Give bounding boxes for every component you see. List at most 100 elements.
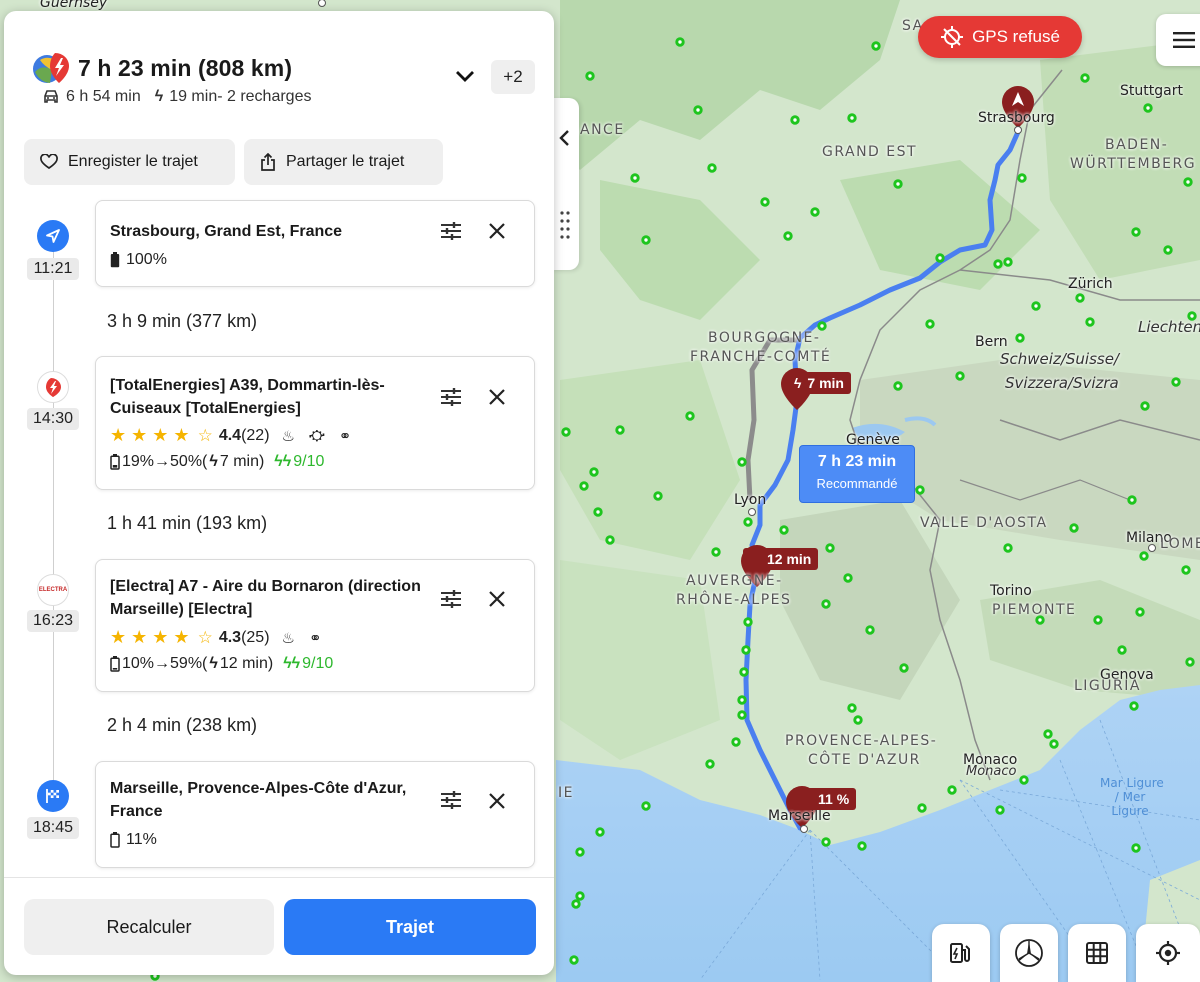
charger-dot[interactable] bbox=[1127, 495, 1137, 505]
charger-dot[interactable] bbox=[893, 179, 903, 189]
charger-dot[interactable] bbox=[615, 425, 625, 435]
charger-dot[interactable] bbox=[737, 457, 747, 467]
charger-dot[interactable] bbox=[585, 71, 595, 81]
charger-dot[interactable] bbox=[760, 197, 770, 207]
charger-dot[interactable] bbox=[707, 163, 717, 173]
charger-dot[interactable] bbox=[1069, 523, 1079, 533]
charger-dot[interactable] bbox=[817, 321, 827, 331]
charger-dot[interactable] bbox=[1003, 543, 1013, 553]
close-icon[interactable] bbox=[488, 222, 506, 240]
chevron-left-icon[interactable] bbox=[557, 128, 573, 148]
charger-dot[interactable] bbox=[705, 759, 715, 769]
charger-dot[interactable] bbox=[871, 41, 881, 51]
charger-dot[interactable] bbox=[1135, 607, 1145, 617]
charger-dot[interactable] bbox=[630, 173, 640, 183]
charger-dot[interactable] bbox=[857, 841, 867, 851]
charger-dot[interactable] bbox=[711, 547, 721, 557]
locate-me-button[interactable] bbox=[1136, 924, 1200, 982]
charger-dot[interactable] bbox=[865, 625, 875, 635]
charger-dot[interactable] bbox=[653, 491, 663, 501]
charger-dot[interactable] bbox=[595, 827, 605, 837]
charger-dot[interactable] bbox=[810, 207, 820, 217]
tune-icon[interactable] bbox=[440, 221, 462, 241]
panel-collapse-tab[interactable] bbox=[552, 98, 579, 270]
charger-dot[interactable] bbox=[1131, 843, 1141, 853]
charger-dot[interactable] bbox=[1019, 775, 1029, 785]
save-route-button[interactable]: Enregister le trajet bbox=[24, 139, 235, 185]
tune-icon[interactable] bbox=[440, 387, 462, 407]
vehicle-brand-button[interactable] bbox=[1000, 924, 1058, 982]
charger-dot[interactable] bbox=[731, 737, 741, 747]
charger-dot[interactable] bbox=[790, 115, 800, 125]
more-routes-chip[interactable]: +2 bbox=[491, 60, 535, 94]
charger-dot[interactable] bbox=[925, 319, 935, 329]
charger-dot[interactable] bbox=[641, 235, 651, 245]
charger-dot[interactable] bbox=[995, 805, 1005, 815]
charger-dot[interactable] bbox=[847, 113, 857, 123]
charger-dot[interactable] bbox=[1031, 301, 1041, 311]
charger-dot[interactable] bbox=[821, 837, 831, 847]
charger-dot[interactable] bbox=[1085, 317, 1095, 327]
charger-dot[interactable] bbox=[783, 231, 793, 241]
charger-dot[interactable] bbox=[1171, 377, 1181, 387]
charger-dot[interactable] bbox=[899, 663, 909, 673]
charger-dot[interactable] bbox=[893, 381, 903, 391]
route-button[interactable]: Trajet bbox=[284, 899, 536, 955]
charger-dot[interactable] bbox=[1075, 293, 1085, 303]
menu-button[interactable] bbox=[1156, 14, 1200, 66]
charger-dot[interactable] bbox=[1131, 227, 1141, 237]
charger-dot[interactable] bbox=[847, 703, 857, 713]
charger-dot[interactable] bbox=[1181, 565, 1191, 575]
drag-handle-icon[interactable] bbox=[559, 210, 571, 240]
charger-dot[interactable] bbox=[1043, 729, 1053, 739]
charger-dot[interactable] bbox=[1017, 173, 1027, 183]
charger-dot[interactable] bbox=[917, 803, 927, 813]
charger-dot[interactable] bbox=[1015, 333, 1025, 343]
stop-2-duration-tag[interactable]: 12 min bbox=[743, 548, 819, 570]
charger-dot[interactable] bbox=[605, 535, 615, 545]
charger-dot[interactable] bbox=[575, 891, 585, 901]
charger-dot[interactable] bbox=[575, 847, 585, 857]
charger-dot[interactable] bbox=[741, 645, 751, 655]
charger-dot[interactable] bbox=[993, 259, 1003, 269]
chevron-down-icon[interactable] bbox=[454, 69, 476, 83]
charger-dot[interactable] bbox=[915, 485, 925, 495]
charger-dot[interactable] bbox=[955, 371, 965, 381]
charger-dot[interactable] bbox=[1140, 401, 1150, 411]
charger-dot[interactable] bbox=[1183, 177, 1193, 187]
tune-icon[interactable] bbox=[440, 790, 462, 810]
charger-dot[interactable] bbox=[579, 481, 589, 491]
charger-dot[interactable] bbox=[589, 467, 599, 477]
charger-dot[interactable] bbox=[737, 695, 747, 705]
charger-dot[interactable] bbox=[779, 525, 789, 535]
charging-filter-button[interactable] bbox=[932, 924, 990, 982]
recalculate-button[interactable]: Recalculer bbox=[24, 899, 274, 955]
route-summary-bubble[interactable]: 7 h 23 min Recommandé bbox=[799, 445, 915, 503]
charger-dot[interactable] bbox=[593, 507, 603, 517]
stop-card-charger-1[interactable]: [TotalEnergies] A39, Dommartin-lès-Cuise… bbox=[95, 356, 535, 490]
stop-1-duration-tag[interactable]: ϟ 7 min bbox=[788, 372, 851, 394]
charger-dot[interactable] bbox=[1117, 645, 1127, 655]
charger-dot[interactable] bbox=[1163, 245, 1173, 255]
charger-dot[interactable] bbox=[1143, 103, 1153, 113]
charger-dot[interactable] bbox=[685, 411, 695, 421]
stop-card-destination[interactable]: Marseille, Provence-Alpes-Côte d'Azur, F… bbox=[95, 761, 535, 868]
close-icon[interactable] bbox=[488, 388, 506, 406]
charger-dot[interactable] bbox=[947, 785, 957, 795]
close-icon[interactable] bbox=[488, 792, 506, 810]
charger-dot[interactable] bbox=[935, 253, 945, 263]
charger-dot[interactable] bbox=[1185, 657, 1195, 667]
charger-dot[interactable] bbox=[1080, 73, 1090, 83]
stop-card-charger-2[interactable]: [Electra] A7 - Aire du Bornaron (directi… bbox=[95, 559, 535, 692]
map-layers-button[interactable] bbox=[1068, 924, 1126, 982]
charger-dot[interactable] bbox=[743, 617, 753, 627]
charger-dot[interactable] bbox=[853, 715, 863, 725]
charger-dot[interactable] bbox=[737, 710, 747, 720]
charger-dot[interactable] bbox=[1129, 701, 1139, 711]
close-icon[interactable] bbox=[488, 590, 506, 608]
arrival-battery-tag[interactable]: 11 % bbox=[792, 788, 857, 810]
charger-dot[interactable] bbox=[843, 573, 853, 583]
charger-dot[interactable] bbox=[825, 543, 835, 553]
charger-dot[interactable] bbox=[571, 899, 581, 909]
charger-dot[interactable] bbox=[693, 105, 703, 115]
